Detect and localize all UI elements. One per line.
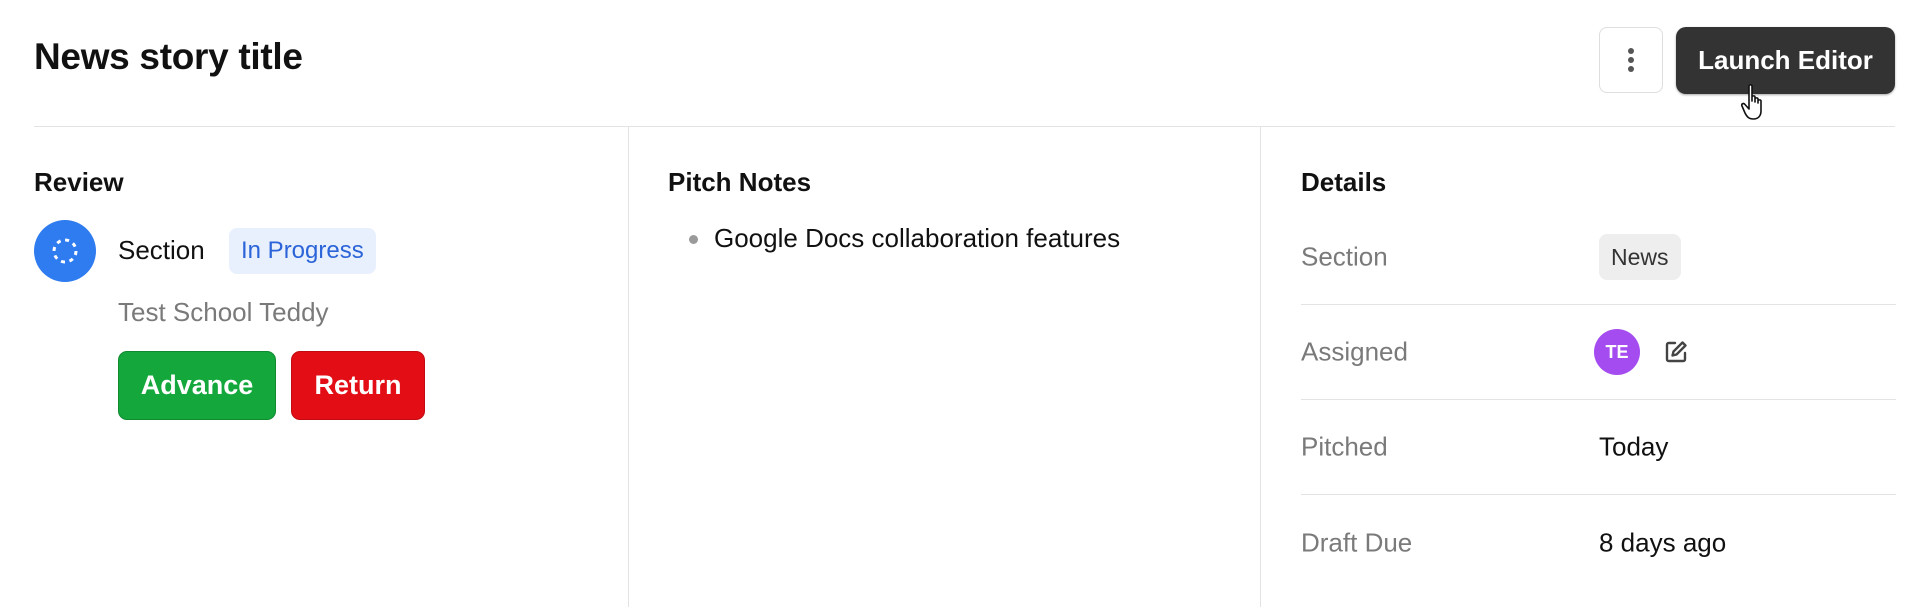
pitch-note-text: Google Docs collaboration features <box>714 223 1121 253</box>
reviewer-name: Test School Teddy <box>118 297 329 327</box>
list-item: Google Docs collaboration features <box>668 223 1120 254</box>
detail-row-draft-due: Draft Due 8 days ago <box>1301 495 1896 590</box>
return-button[interactable]: Return <box>291 351 425 420</box>
detail-value: Today <box>1599 431 1669 462</box>
detail-label: Draft Due <box>1301 527 1413 557</box>
detail-row-pitched: Pitched Today <box>1301 400 1896 495</box>
story-page: News story title Launch Editor Review Se… <box>0 0 1920 607</box>
details-column: Details Section News Assigned TE Pitched… <box>1260 127 1896 607</box>
pitch-notes-list: Google Docs collaboration features <box>668 223 1120 254</box>
status-badge: In Progress <box>229 228 376 274</box>
pointer-cursor-icon <box>1741 84 1762 120</box>
bullet-icon <box>689 235 698 244</box>
edit-icon[interactable] <box>1663 339 1689 365</box>
more-vertical-icon <box>1628 48 1634 72</box>
advance-button[interactable]: Advance <box>118 351 276 420</box>
detail-row-assigned: Assigned TE <box>1301 305 1896 400</box>
detail-label: Assigned <box>1301 336 1408 367</box>
detail-label: Section <box>1301 241 1388 272</box>
dashed-circle-glyph <box>52 238 78 264</box>
detail-row-section: Section News <box>1301 210 1896 305</box>
review-heading: Review <box>34 167 124 197</box>
details-heading: Details <box>1301 167 1387 197</box>
detail-label: Pitched <box>1301 431 1388 462</box>
launch-editor-button[interactable]: Launch Editor <box>1676 27 1895 94</box>
pitch-notes-column: Pitch Notes Google Docs collaboration fe… <box>628 127 1261 607</box>
story-header: News story title Launch Editor <box>34 0 1895 127</box>
review-column: Review Section In Progress Test School T… <box>34 127 628 607</box>
pitch-notes-heading: Pitch Notes <box>668 167 812 197</box>
more-options-button[interactable] <box>1599 27 1663 93</box>
detail-value: 8 days ago <box>1599 527 1727 557</box>
section-tag: News <box>1599 234 1681 280</box>
dashed-circle-icon <box>34 220 96 282</box>
review-section-label: Section <box>118 235 205 265</box>
page-title: News story title <box>34 36 303 77</box>
avatar[interactable]: TE <box>1594 329 1640 375</box>
